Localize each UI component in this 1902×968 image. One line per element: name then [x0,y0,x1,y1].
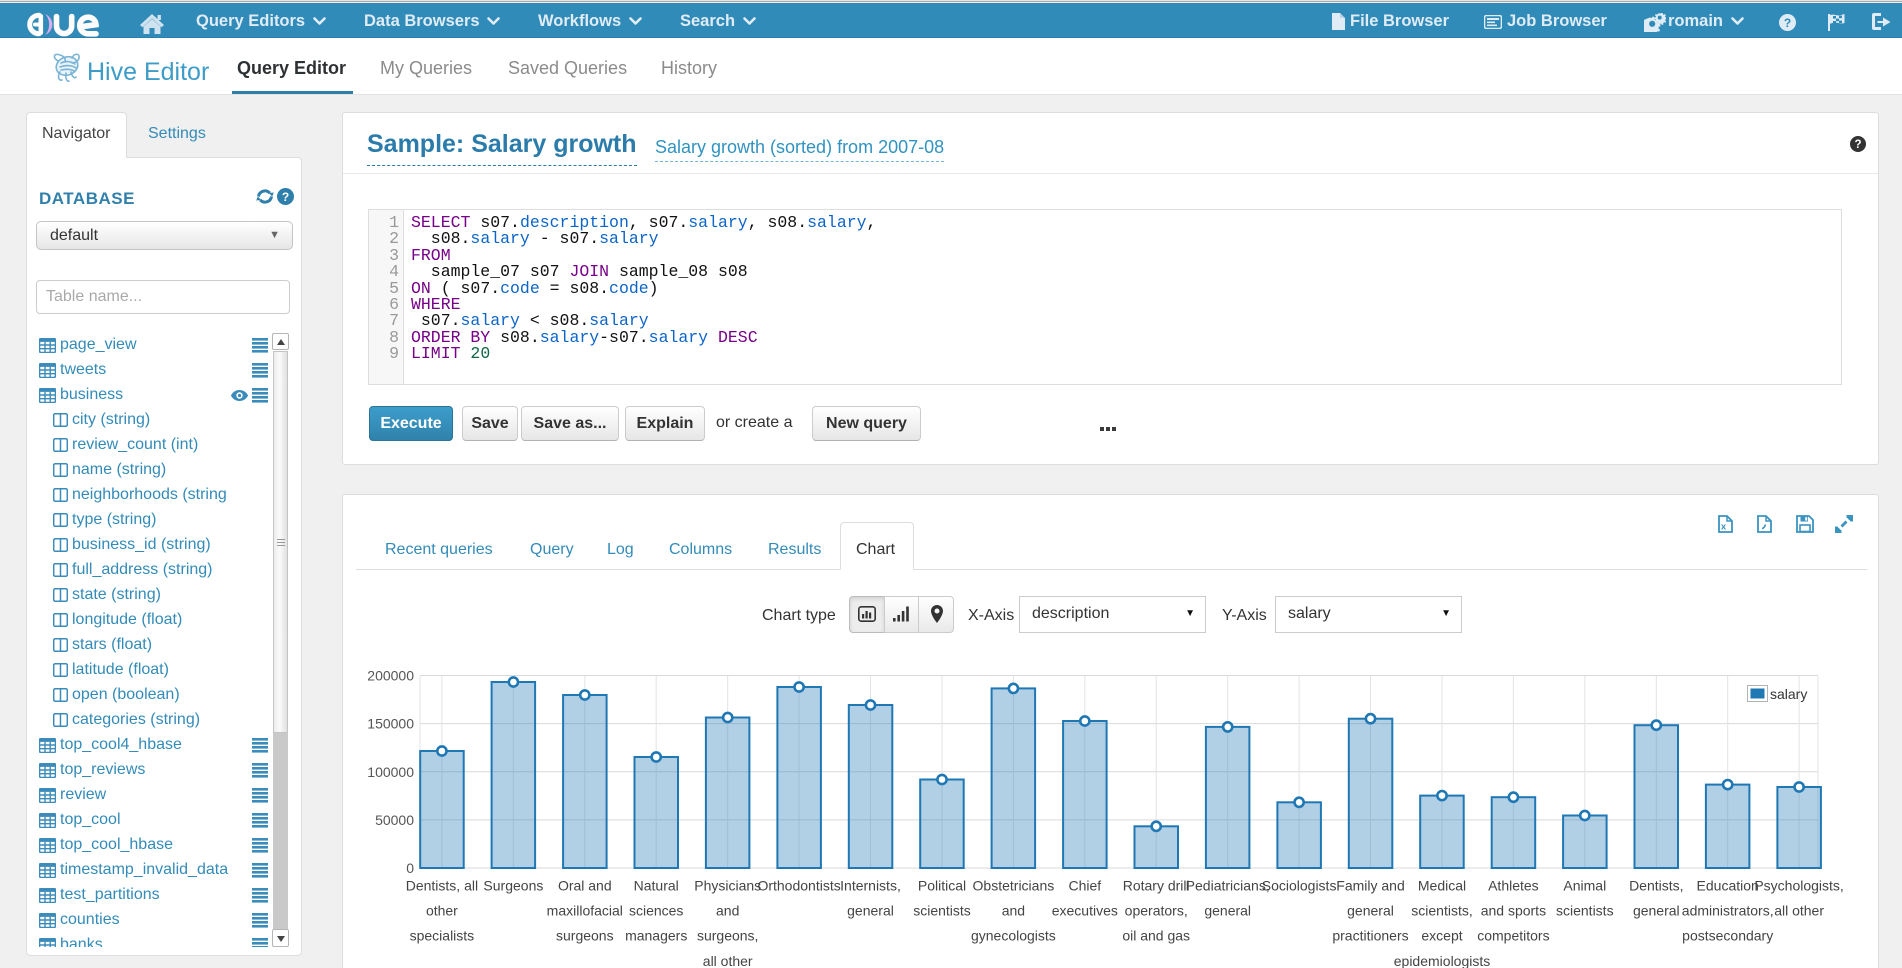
svg-text:?: ? [282,190,289,204]
svg-text:salary: salary [1770,686,1807,702]
svg-text:Dentists,: Dentists, [1629,878,1683,894]
svg-text:and sports: and sports [1481,903,1546,919]
svg-text:administrators,: administrators, [1682,903,1774,919]
svg-text:scientists: scientists [913,903,971,919]
svg-text:practitioners: practitioners [1332,928,1408,944]
svg-text:managers: managers [625,928,687,944]
svg-text:Pediatricians,: Pediatricians, [1186,878,1270,894]
svg-text:150000: 150000 [367,716,414,732]
svg-text:Dentists, all: Dentists, all [406,878,478,894]
svg-text:specialists: specialists [410,928,475,944]
svg-text:Family and: Family and [1336,878,1404,894]
svg-text:Natural: Natural [634,878,679,894]
svg-text:general: general [1347,903,1394,919]
svg-text:0: 0 [406,860,414,876]
svg-text:Physicians: Physicians [694,878,761,894]
svg-text:100000: 100000 [367,764,414,780]
svg-text:oil and gas: oil and gas [1122,928,1190,944]
svg-text:scientists: scientists [1556,903,1614,919]
svg-text:Orthodontists: Orthodontists [757,878,840,894]
svg-text:general: general [847,903,894,919]
svg-text:operators,: operators, [1125,903,1188,919]
svg-text:except: except [1421,928,1462,944]
svg-text:surgeons: surgeons [556,928,614,944]
svg-text:Internists,: Internists, [840,878,901,894]
svg-text:maxillofacial: maxillofacial [547,903,623,919]
svg-text:Animal: Animal [1563,878,1606,894]
svg-text:scientists,: scientists, [1411,903,1472,919]
svg-text:and: and [1002,903,1025,919]
svg-text:Athletes: Athletes [1488,878,1539,894]
svg-text:gynecologists: gynecologists [971,928,1056,944]
svg-text:Obstetricians: Obstetricians [973,878,1055,894]
svg-text:and: and [716,903,739,919]
svg-text:general: general [1633,903,1680,919]
svg-text:Rotary drill: Rotary drill [1123,878,1190,894]
svg-text:Sociologists: Sociologists [1262,878,1337,894]
svg-text:other: other [426,903,458,919]
svg-text:postsecondary: postsecondary [1682,928,1773,944]
svg-text:Chief: Chief [1068,878,1101,894]
svg-text:all other: all other [703,953,753,968]
svg-text:50000: 50000 [375,812,414,828]
svg-text:Oral and: Oral and [558,878,612,894]
svg-text:sciences: sciences [629,903,683,919]
svg-text:Surgeons: Surgeons [483,878,543,894]
svg-text:surgeons,: surgeons, [697,928,758,944]
svg-text:executives: executives [1052,903,1118,919]
svg-text:Education: Education [1697,878,1759,894]
svg-text:general: general [1204,903,1251,919]
svg-text:all other: all other [1774,903,1824,919]
svg-text:200000: 200000 [367,668,414,684]
svg-text:Political: Political [918,878,966,894]
svg-text:epidemiologists: epidemiologists [1394,953,1491,968]
svg-text:Medical: Medical [1418,878,1466,894]
svg-text:Psychologists,: Psychologists, [1754,878,1843,894]
svg-text:competitors: competitors [1477,928,1549,944]
